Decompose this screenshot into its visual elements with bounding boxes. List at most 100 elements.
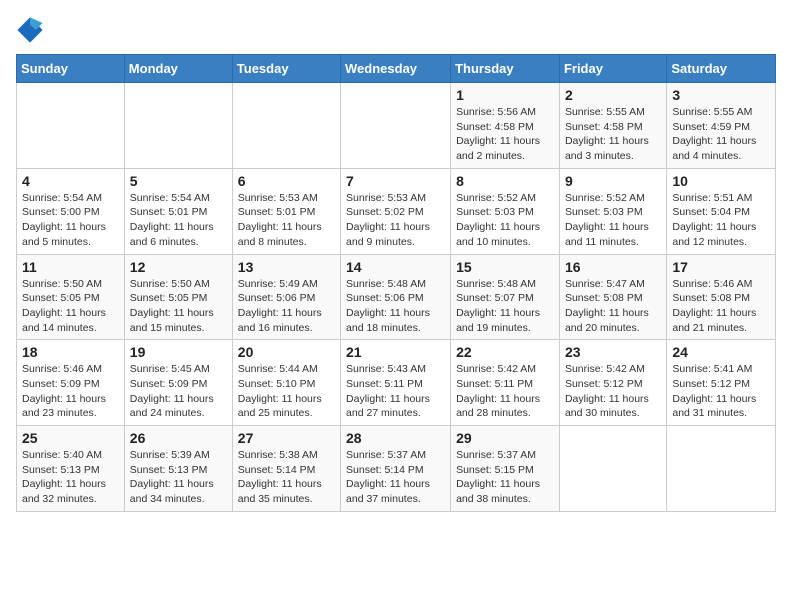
calendar-cell: 4 Sunrise: 5:54 AM Sunset: 5:00 PM Daylig… <box>17 168 125 254</box>
day-number: 22 <box>456 344 554 360</box>
day-number: 14 <box>346 259 445 275</box>
logo <box>16 16 48 44</box>
day-info: Sunrise: 5:53 AM Sunset: 5:01 PM Dayligh… <box>238 191 335 250</box>
day-info: Sunrise: 5:55 AM Sunset: 4:58 PM Dayligh… <box>565 105 661 164</box>
day-number: 17 <box>672 259 770 275</box>
calendar-cell: 8 Sunrise: 5:52 AM Sunset: 5:03 PM Daylig… <box>451 168 560 254</box>
calendar-week-4: 18 Sunrise: 5:46 AM Sunset: 5:09 PM Dayli… <box>17 340 776 426</box>
day-number: 6 <box>238 173 335 189</box>
header <box>16 16 776 44</box>
day-info: Sunrise: 5:40 AM Sunset: 5:13 PM Dayligh… <box>22 448 119 507</box>
calendar-cell <box>559 426 666 512</box>
calendar-cell: 2 Sunrise: 5:55 AM Sunset: 4:58 PM Daylig… <box>559 83 666 169</box>
day-info: Sunrise: 5:39 AM Sunset: 5:13 PM Dayligh… <box>130 448 227 507</box>
calendar-cell <box>232 83 340 169</box>
calendar-cell: 27Sunrise: 5:38 AM Sunset: 5:14 PM Dayli… <box>232 426 340 512</box>
day-info: Sunrise: 5:51 AM Sunset: 5:04 PM Dayligh… <box>672 191 770 250</box>
calendar-cell: 15 Sunrise: 5:48 AM Sunset: 5:07 PM Dayli… <box>451 254 560 340</box>
day-info: Sunrise: 5:52 AM Sunset: 5:03 PM Dayligh… <box>565 191 661 250</box>
calendar-cell: 7Sunrise: 5:53 AM Sunset: 5:02 PM Daylig… <box>341 168 451 254</box>
calendar-cell: 17 Sunrise: 5:46 AM Sunset: 5:08 PM Dayli… <box>667 254 776 340</box>
day-info: Sunrise: 5:48 AM Sunset: 5:06 PM Dayligh… <box>346 277 445 336</box>
logo-icon <box>16 16 44 44</box>
day-number: 18 <box>22 344 119 360</box>
calendar-cell: 13Sunrise: 5:49 AM Sunset: 5:06 PM Dayli… <box>232 254 340 340</box>
day-number: 5 <box>130 173 227 189</box>
calendar-cell <box>341 83 451 169</box>
day-info: Sunrise: 5:42 AM Sunset: 5:11 PM Dayligh… <box>456 362 554 421</box>
day-info: Sunrise: 5:54 AM Sunset: 5:01 PM Dayligh… <box>130 191 227 250</box>
weekday-header-row: SundayMondayTuesdayWednesdayThursdayFrid… <box>17 55 776 83</box>
day-number: 4 <box>22 173 119 189</box>
day-info: Sunrise: 5:43 AM Sunset: 5:11 PM Dayligh… <box>346 362 445 421</box>
weekday-monday: Monday <box>124 55 232 83</box>
day-info: Sunrise: 5:41 AM Sunset: 5:12 PM Dayligh… <box>672 362 770 421</box>
day-info: Sunrise: 5:48 AM Sunset: 5:07 PM Dayligh… <box>456 277 554 336</box>
calendar-cell: 24 Sunrise: 5:41 AM Sunset: 5:12 PM Dayli… <box>667 340 776 426</box>
day-number: 28 <box>346 430 445 446</box>
day-info: Sunrise: 5:46 AM Sunset: 5:09 PM Dayligh… <box>22 362 119 421</box>
calendar-cell: 12 Sunrise: 5:50 AM Sunset: 5:05 PM Dayli… <box>124 254 232 340</box>
day-number: 23 <box>565 344 661 360</box>
day-info: Sunrise: 5:37 AM Sunset: 5:15 PM Dayligh… <box>456 448 554 507</box>
day-number: 8 <box>456 173 554 189</box>
day-number: 16 <box>565 259 661 275</box>
day-number: 25 <box>22 430 119 446</box>
weekday-sunday: Sunday <box>17 55 125 83</box>
calendar-cell: 3 Sunrise: 5:55 AM Sunset: 4:59 PM Daylig… <box>667 83 776 169</box>
day-info: Sunrise: 5:47 AM Sunset: 5:08 PM Dayligh… <box>565 277 661 336</box>
calendar-week-3: 11 Sunrise: 5:50 AM Sunset: 5:05 PM Dayli… <box>17 254 776 340</box>
day-number: 11 <box>22 259 119 275</box>
day-number: 21 <box>346 344 445 360</box>
calendar-cell: 18 Sunrise: 5:46 AM Sunset: 5:09 PM Dayli… <box>17 340 125 426</box>
calendar-cell <box>667 426 776 512</box>
calendar-cell: 28 Sunrise: 5:37 AM Sunset: 5:14 PM Dayli… <box>341 426 451 512</box>
day-number: 12 <box>130 259 227 275</box>
weekday-friday: Friday <box>559 55 666 83</box>
calendar-cell: 16 Sunrise: 5:47 AM Sunset: 5:08 PM Dayli… <box>559 254 666 340</box>
weekday-tuesday: Tuesday <box>232 55 340 83</box>
day-info: Sunrise: 5:46 AM Sunset: 5:08 PM Dayligh… <box>672 277 770 336</box>
calendar-cell: 5 Sunrise: 5:54 AM Sunset: 5:01 PM Daylig… <box>124 168 232 254</box>
day-number: 24 <box>672 344 770 360</box>
day-number: 29 <box>456 430 554 446</box>
calendar-cell: 23Sunrise: 5:42 AM Sunset: 5:12 PM Dayli… <box>559 340 666 426</box>
calendar-cell: 6 Sunrise: 5:53 AM Sunset: 5:01 PM Daylig… <box>232 168 340 254</box>
calendar-body: 1 Sunrise: 5:56 AM Sunset: 4:58 PM Daylig… <box>17 83 776 512</box>
calendar-cell: 10 Sunrise: 5:51 AM Sunset: 5:04 PM Dayli… <box>667 168 776 254</box>
day-number: 20 <box>238 344 335 360</box>
day-info: Sunrise: 5:38 AM Sunset: 5:14 PM Dayligh… <box>238 448 335 507</box>
weekday-thursday: Thursday <box>451 55 560 83</box>
day-number: 15 <box>456 259 554 275</box>
calendar-cell: 22 Sunrise: 5:42 AM Sunset: 5:11 PM Dayli… <box>451 340 560 426</box>
calendar-cell: 25 Sunrise: 5:40 AM Sunset: 5:13 PM Dayli… <box>17 426 125 512</box>
day-info: Sunrise: 5:45 AM Sunset: 5:09 PM Dayligh… <box>130 362 227 421</box>
calendar-cell <box>124 83 232 169</box>
day-info: Sunrise: 5:55 AM Sunset: 4:59 PM Dayligh… <box>672 105 770 164</box>
day-number: 19 <box>130 344 227 360</box>
day-number: 2 <box>565 87 661 103</box>
calendar-week-1: 1 Sunrise: 5:56 AM Sunset: 4:58 PM Daylig… <box>17 83 776 169</box>
weekday-wednesday: Wednesday <box>341 55 451 83</box>
day-info: Sunrise: 5:54 AM Sunset: 5:00 PM Dayligh… <box>22 191 119 250</box>
weekday-saturday: Saturday <box>667 55 776 83</box>
day-info: Sunrise: 5:56 AM Sunset: 4:58 PM Dayligh… <box>456 105 554 164</box>
day-number: 13 <box>238 259 335 275</box>
day-number: 1 <box>456 87 554 103</box>
day-info: Sunrise: 5:52 AM Sunset: 5:03 PM Dayligh… <box>456 191 554 250</box>
calendar-cell <box>17 83 125 169</box>
calendar-week-2: 4 Sunrise: 5:54 AM Sunset: 5:00 PM Daylig… <box>17 168 776 254</box>
day-info: Sunrise: 5:50 AM Sunset: 5:05 PM Dayligh… <box>22 277 119 336</box>
day-info: Sunrise: 5:50 AM Sunset: 5:05 PM Dayligh… <box>130 277 227 336</box>
day-info: Sunrise: 5:44 AM Sunset: 5:10 PM Dayligh… <box>238 362 335 421</box>
day-number: 10 <box>672 173 770 189</box>
day-info: Sunrise: 5:37 AM Sunset: 5:14 PM Dayligh… <box>346 448 445 507</box>
day-number: 3 <box>672 87 770 103</box>
calendar-table: SundayMondayTuesdayWednesdayThursdayFrid… <box>16 54 776 512</box>
day-number: 9 <box>565 173 661 189</box>
day-info: Sunrise: 5:53 AM Sunset: 5:02 PM Dayligh… <box>346 191 445 250</box>
calendar-header: SundayMondayTuesdayWednesdayThursdayFrid… <box>17 55 776 83</box>
calendar-cell: 19 Sunrise: 5:45 AM Sunset: 5:09 PM Dayli… <box>124 340 232 426</box>
calendar-week-5: 25 Sunrise: 5:40 AM Sunset: 5:13 PM Dayli… <box>17 426 776 512</box>
calendar-cell: 11 Sunrise: 5:50 AM Sunset: 5:05 PM Dayli… <box>17 254 125 340</box>
